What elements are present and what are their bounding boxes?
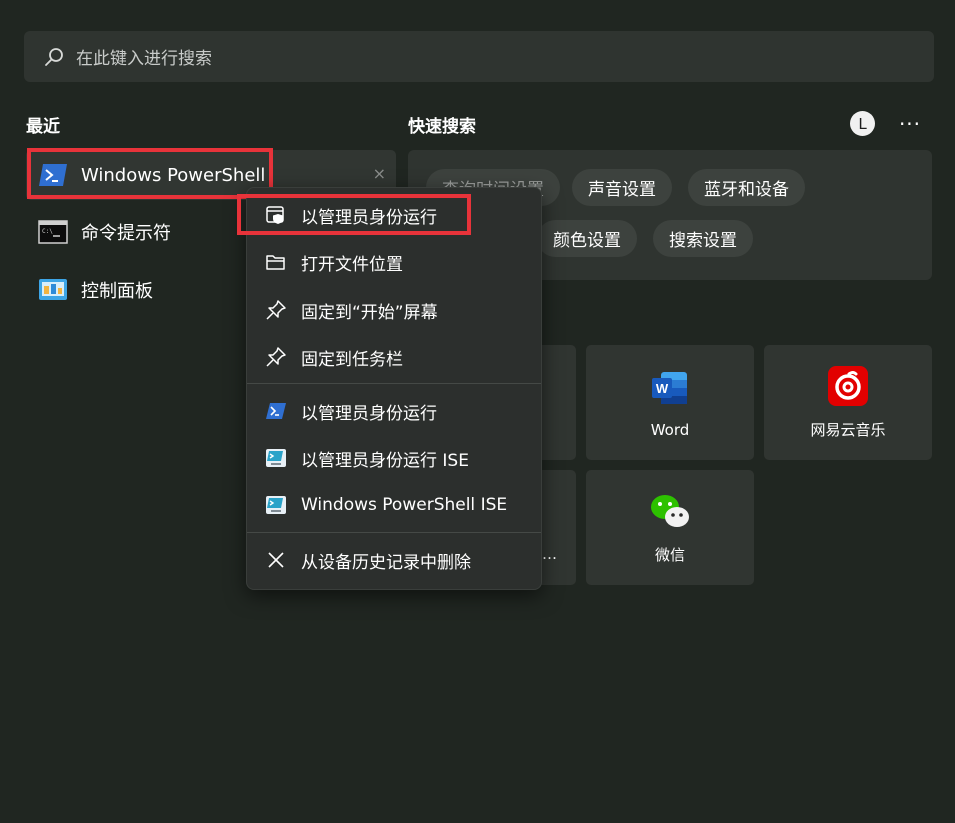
more-options-button[interactable]: ··· <box>895 111 925 136</box>
menu-divider <box>247 383 541 384</box>
folder-icon <box>266 255 285 270</box>
menu-powershell-ise[interactable]: Windows PowerShell ISE <box>247 483 541 527</box>
pin-icon <box>266 300 286 320</box>
menu-item-label: 以管理员身份运行 ISE <box>301 450 469 471</box>
quick-chip-bluetooth[interactable]: 蓝牙和设备 <box>688 169 805 206</box>
quick-search-title: 快速搜索 <box>408 117 476 137</box>
close-icon <box>268 552 284 568</box>
menu-pin-to-taskbar[interactable]: 固定到任务栏 <box>247 335 541 379</box>
wechat-icon <box>651 495 689 527</box>
powershell-ise-icon <box>266 496 286 514</box>
menu-item-label: Windows PowerShell ISE <box>301 495 508 515</box>
cmd-icon: C:\ <box>38 220 68 244</box>
word-icon: W <box>652 371 687 404</box>
dismiss-icon[interactable]: × <box>373 164 386 183</box>
pin-icon <box>266 347 286 367</box>
recent-item-label: 控制面板 <box>81 281 153 302</box>
context-menu: 以管理员身份运行 打开文件位置 固定到“开始”屏幕 固定到任务栏 以管理员身份运… <box>246 187 542 590</box>
app-label-word: Word <box>650 420 690 439</box>
menu-open-file-location[interactable]: 打开文件位置 <box>247 240 541 284</box>
recent-item-highlight <box>27 148 273 199</box>
avatar[interactable]: L <box>850 111 875 136</box>
powershell-icon <box>266 403 286 419</box>
menu-run-as-admin-ise[interactable]: 以管理员身份运行 ISE <box>247 436 541 480</box>
app-label-netease-music: 网易云音乐 <box>810 421 886 439</box>
recent-section-title: 最近 <box>26 117 60 137</box>
menu-item-label: 固定到任务栏 <box>301 349 403 370</box>
search-icon <box>45 47 63 66</box>
control-panel-icon <box>39 279 67 300</box>
quick-chip-search-settings[interactable]: 搜索设置 <box>653 220 753 257</box>
quick-chip-sound-settings[interactable]: 声音设置 <box>572 169 672 206</box>
search-input[interactable]: 在此键入进行搜索 <box>24 31 934 82</box>
menu-remove-from-history[interactable]: 从设备历史记录中删除 <box>247 538 541 582</box>
menu-pin-to-start[interactable]: 固定到“开始”屏幕 <box>247 288 541 332</box>
app-tile-netease-music[interactable]: 网易云音乐 <box>764 345 932 460</box>
menu-item-label: 固定到“开始”屏幕 <box>301 302 438 323</box>
menu-item-label: 从设备历史记录中删除 <box>301 552 471 573</box>
search-placeholder: 在此键入进行搜索 <box>76 49 212 69</box>
menu-item-label: 以管理员身份运行 <box>301 403 437 424</box>
app-tile-wechat[interactable]: 微信 <box>586 470 754 585</box>
svg-text:W: W <box>656 381 669 396</box>
menu-run-as-admin-2[interactable]: 以管理员身份运行 <box>247 389 541 433</box>
menu-item-label: 打开文件位置 <box>301 254 403 275</box>
netease-music-icon <box>828 366 868 406</box>
menu-item-highlight <box>237 194 471 235</box>
recent-item-label: 命令提示符 <box>81 223 171 244</box>
quick-chip-color-settings[interactable]: 颜色设置 <box>537 220 637 257</box>
menu-divider <box>247 532 541 533</box>
app-label-truncated: … <box>542 545 557 563</box>
app-label-wechat: 微信 <box>654 546 685 564</box>
powershell-ise-icon <box>266 449 286 467</box>
app-tile-word[interactable]: W Word <box>586 345 754 460</box>
svg-text:C:\: C:\ <box>42 228 53 235</box>
